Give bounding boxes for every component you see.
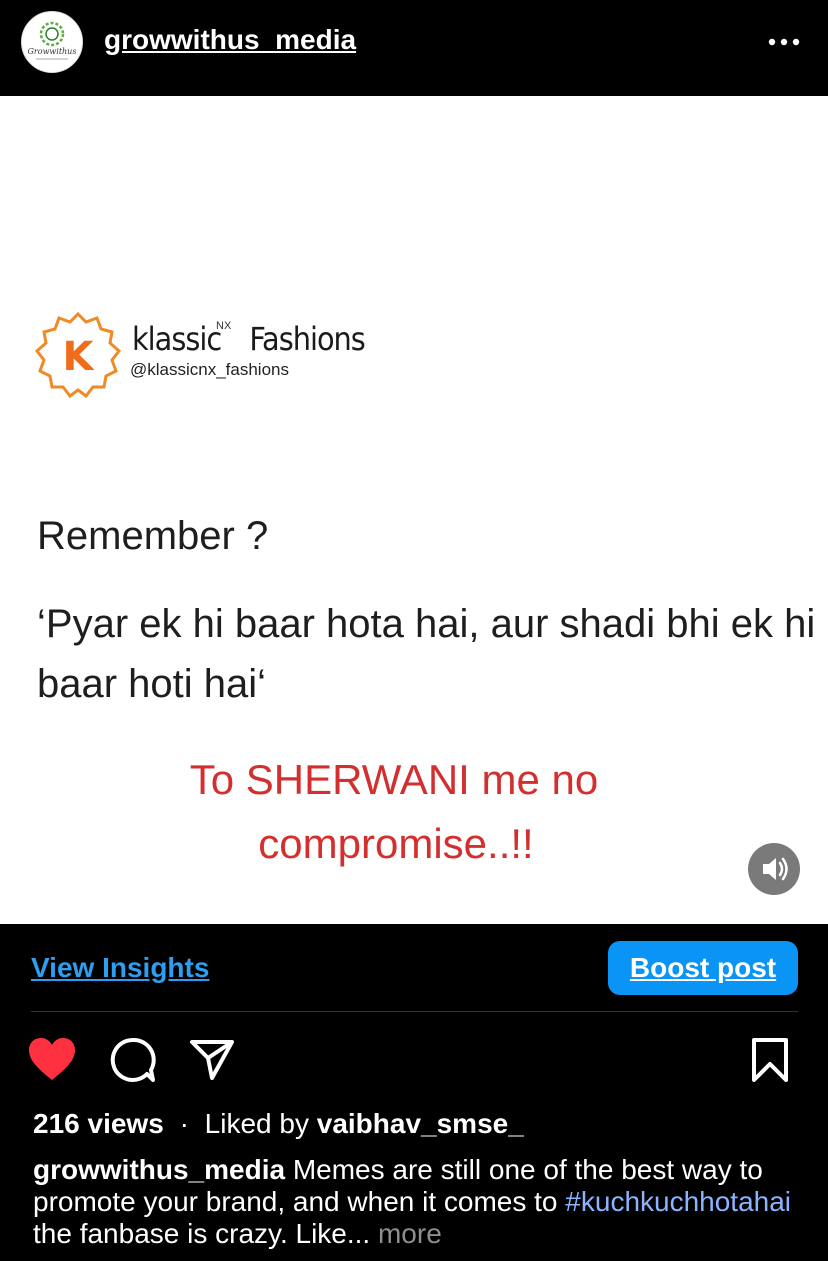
brand-superscript: NX [216, 320, 232, 332]
heart-icon[interactable] [27, 1036, 77, 1082]
profile-avatar[interactable]: Growwithus [21, 11, 83, 73]
sherwani-line-2: compromise..!! [258, 820, 534, 867]
boost-post-button[interactable]: Boost post [608, 941, 798, 995]
stats-separator: · [179, 1108, 189, 1139]
caption-text-continued: the fanbase is crazy. Like... [33, 1218, 371, 1249]
brand-name: klassic Fashions [132, 320, 366, 358]
post-caption: growwithus_media Memes are still one of … [33, 1154, 813, 1250]
sound-toggle-button[interactable] [748, 843, 800, 895]
more-options-icon[interactable] [764, 30, 804, 54]
sherwani-line-1: To SHERWANI me no [189, 756, 599, 803]
remember-text: Remember ? [37, 514, 269, 558]
liked-by-label: Liked by [204, 1108, 309, 1139]
view-insights-link[interactable]: View Insights [31, 952, 209, 984]
klassic-logo-icon: K [34, 311, 122, 399]
brand-handle: @klassicnx_fashions [130, 360, 289, 379]
header-username[interactable]: growwithus_media [104, 24, 356, 56]
divider [31, 1011, 798, 1012]
svg-text:Growwithus: Growwithus [28, 47, 77, 56]
speaker-icon [763, 857, 788, 881]
brand-name-part2: Fashions [249, 320, 365, 358]
caption-hashtag[interactable]: #kuchkuchhotahai [565, 1186, 791, 1217]
growwithus-logo-icon: Growwithus [28, 21, 77, 60]
post-video[interactable]: 0:12 K klassic Fashions NX @klassicnx_fa… [0, 96, 828, 924]
brand-name-part1: klassic [132, 320, 222, 358]
share-icon[interactable] [188, 1036, 236, 1082]
caption-more-link[interactable]: more [378, 1218, 442, 1249]
caption-username[interactable]: growwithus_media [33, 1154, 285, 1185]
svg-text:K: K [63, 334, 96, 380]
liked-by-user[interactable]: vaibhav_smse_ [317, 1108, 524, 1139]
video-timer: 0:12 [740, 126, 799, 156]
post-header: Growwithus growwithus_media [0, 0, 828, 96]
quote-text: ‘Pyar ek hi baar hota hai, aur shadi bhi… [37, 602, 816, 706]
comment-icon[interactable] [109, 1036, 157, 1084]
post-stats: 216 views · Liked by vaibhav_smse_ [33, 1108, 524, 1140]
bookmark-icon[interactable] [750, 1036, 790, 1084]
views-count: 216 views [33, 1108, 164, 1139]
